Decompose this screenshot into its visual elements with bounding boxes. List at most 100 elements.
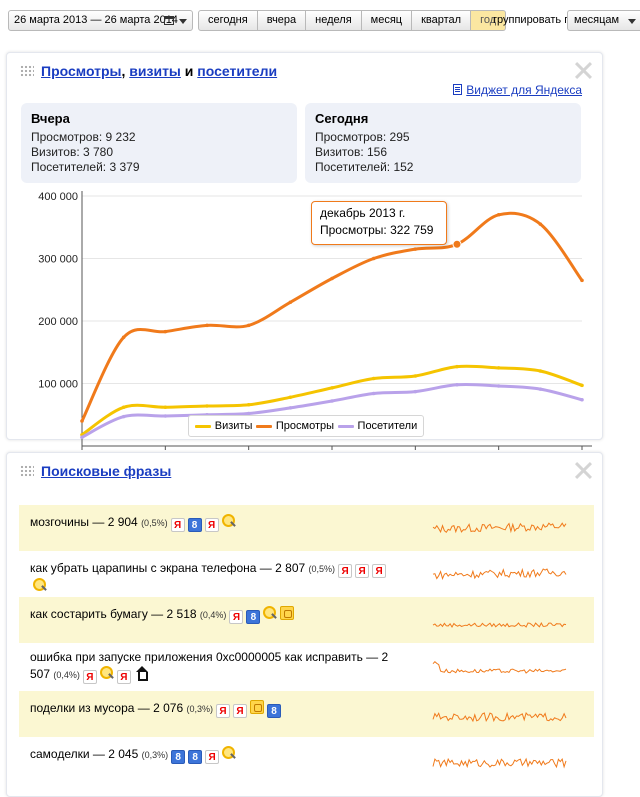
search-phrase-row: поделки из мусора — 2 076 (0,3%) Я Я 8 [19, 691, 594, 737]
period-month[interactable]: месяц [361, 10, 413, 31]
yandex-widget-link-text[interactable]: Виджет для Яндекса [466, 83, 582, 97]
search-phrase-list: мозгочины — 2 904 (0,5%) Я 8 Якак убрать ца… [19, 505, 594, 783]
yandex-icon[interactable]: Я [82, 670, 97, 684]
legend-label: Посетители [357, 420, 418, 432]
y-tick-label: 300 000 [38, 254, 78, 266]
close-icon[interactable] [574, 61, 592, 79]
data-point-visitors [330, 399, 334, 403]
search-phrase-share: (0,5%) [141, 518, 168, 528]
rambler-icon[interactable] [280, 606, 295, 620]
sparkline-path [432, 757, 567, 769]
search-phrase-label: как состарить бумагу — 2 518 [30, 607, 197, 621]
data-point-visitors [455, 382, 459, 387]
chevron-down-icon [628, 19, 636, 24]
search-phrase-row: ошибка при запуске приложения 0xc0000005… [19, 643, 594, 691]
google-icon[interactable]: 8 [188, 750, 203, 764]
date-range-picker[interactable]: 26 марта 2013 — 26 марта 2014 [8, 10, 193, 31]
mail-search-icon[interactable] [221, 514, 236, 528]
data-point-views [288, 300, 293, 305]
yandex-icon[interactable]: Я [215, 704, 230, 718]
data-point-visitors [80, 435, 84, 440]
group-by-select[interactable]: месяцам [567, 10, 640, 31]
chart-tooltip: декабрь 2013 г. Просмотры: 322 759 [311, 201, 447, 245]
title-link-search-phrases[interactable]: Поисковые фразы [41, 463, 171, 479]
mail-search-icon[interactable] [222, 746, 236, 760]
stats-views: Просмотров: 295 [315, 130, 410, 144]
yandex-icon[interactable]: Я [116, 670, 131, 684]
y-tick-label: 200 000 [38, 316, 78, 328]
stats-heading: Сегодня [315, 111, 369, 126]
data-point-visitors [538, 387, 543, 391]
yandex-icon[interactable]: Я [229, 610, 244, 624]
drag-handle-icon[interactable] [20, 465, 34, 477]
data-point-visitors [163, 414, 168, 418]
search-phrase-sparkline [432, 711, 567, 723]
search-phrase-row: как убрать царапины с экрана телефона — … [19, 551, 594, 597]
data-point-visitors [496, 384, 501, 388]
google-icon[interactable]: 8 [171, 750, 186, 764]
stats-visitors: Посетителей: 3 379 [31, 160, 140, 174]
legend-item-visitors[interactable]: Посетители [337, 420, 418, 432]
tooltip-date: декабрь 2013 г. [320, 206, 406, 220]
search-phrase-sparkline [432, 567, 567, 581]
tooltip-value: Просмотры: 322 759 [320, 223, 434, 237]
data-point-visitors [413, 389, 418, 394]
y-tick-label: 100 000 [38, 379, 78, 391]
mail-search-icon[interactable] [99, 666, 114, 680]
mail-search-icon[interactable] [263, 606, 277, 620]
legend-item-views[interactable]: Просмотры [255, 420, 334, 432]
data-point-visitors [580, 397, 584, 402]
search-phrase-text: самоделки — 2 045 (0,3%) 8 8 Я [30, 746, 390, 764]
stats-visits: Визитов: 156 [315, 145, 388, 159]
search-phrase-sparkline [432, 622, 567, 629]
stats-heading: Вчера [31, 111, 70, 126]
period-today[interactable]: сегодня [198, 10, 258, 31]
search-phrase-label: самоделки — 2 045 [30, 747, 139, 761]
title-link-visitors[interactable]: посетители [197, 63, 277, 79]
close-icon[interactable] [574, 461, 592, 479]
drag-handle-icon[interactable] [20, 65, 34, 77]
yandex-icon[interactable]: Я [205, 750, 220, 764]
data-point-visitors [288, 406, 293, 410]
search-phrase-share: (0,5%) [308, 564, 336, 574]
data-point-visits [330, 386, 334, 390]
period-tabs: сегодня вчера неделя месяц квартал год [198, 10, 507, 31]
legend-swatch [337, 424, 354, 428]
yandex-icon[interactable]: Я [372, 564, 387, 578]
data-point-views [413, 247, 418, 251]
period-week[interactable]: неделя [306, 10, 362, 31]
legend-item-visits[interactable]: Визиты [194, 420, 252, 432]
google-icon[interactable]: 8 [246, 610, 261, 624]
data-point-visits [246, 402, 251, 407]
title-link-views[interactable]: Просмотры [41, 63, 122, 79]
search-phrase-text: как состарить бумагу — 2 518 (0,4%) Я 8 [30, 606, 390, 624]
traffic-chart[interactable]: 100 000200 000300 000400 000мар 13май 13… [7, 181, 604, 465]
home-icon[interactable] [134, 666, 148, 681]
search-phrase-text: как убрать царапины с экрана телефона — … [30, 560, 390, 595]
search-phrase-text: ошибка при запуске приложения 0xc0000005… [30, 649, 390, 684]
rambler-icon[interactable] [249, 700, 264, 714]
search-phrase-label: как убрать царапины с экрана телефона — … [30, 561, 306, 575]
data-point-visitors [121, 414, 126, 419]
yandex-icon[interactable]: Я [338, 564, 353, 578]
google-icon[interactable]: 8 [266, 704, 281, 718]
period-yesterday[interactable]: вчера [257, 10, 307, 31]
search-phrase-sparkline [432, 522, 567, 534]
title-separator: и [180, 63, 198, 79]
data-point-visits [413, 374, 418, 378]
google-icon[interactable]: 8 [187, 518, 202, 532]
stats-today: Сегодня Просмотров: 295 Визитов: 156 Пос… [305, 103, 581, 183]
data-point-visits [580, 383, 584, 388]
search-phrase-sparkline [432, 661, 567, 674]
data-point-views [205, 323, 209, 328]
search-phrase-share: (0,3%) [141, 750, 169, 760]
yandex-icon[interactable]: Я [170, 518, 185, 532]
yandex-widget-link[interactable]: Виджет для Яндекса [453, 83, 582, 97]
title-link-visits[interactable]: визиты [129, 63, 181, 79]
yandex-icon[interactable]: Я [204, 518, 219, 532]
yandex-icon[interactable]: Я [355, 564, 370, 578]
data-point-views [371, 256, 376, 261]
yandex-icon[interactable]: Я [232, 704, 247, 718]
mail-search-icon[interactable] [33, 578, 47, 592]
period-quarter[interactable]: квартал [412, 10, 472, 31]
